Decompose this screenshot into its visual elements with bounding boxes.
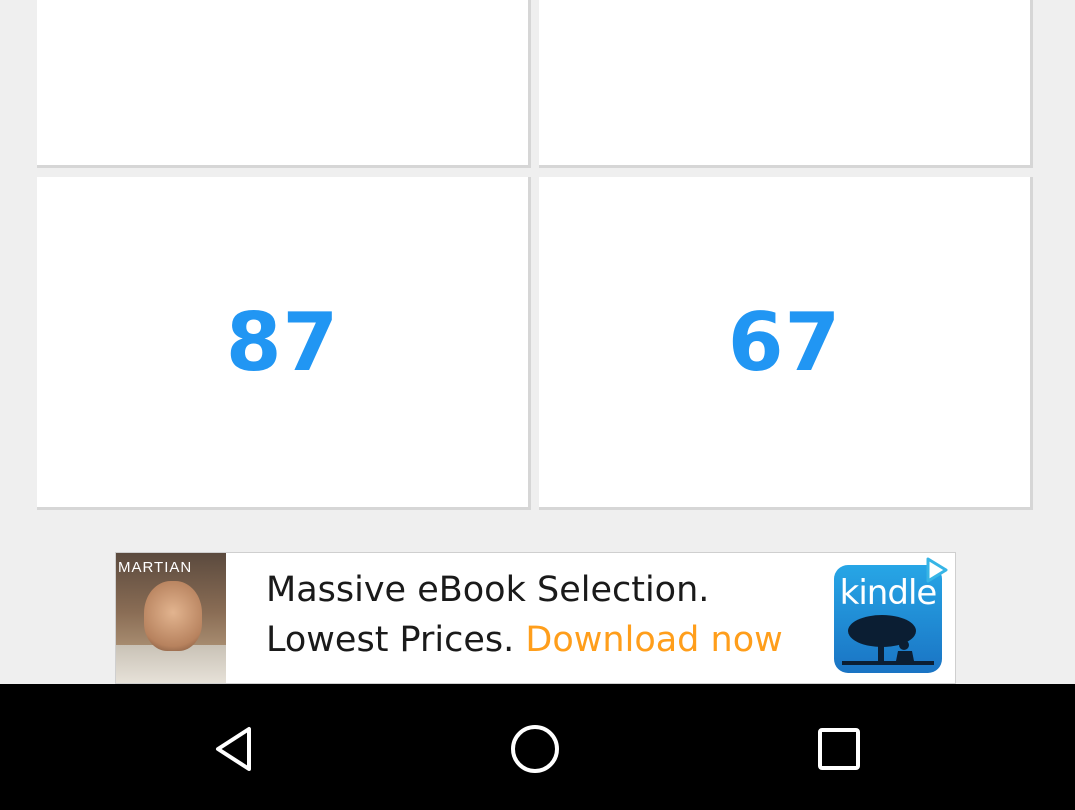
- ad-download-now-link[interactable]: Download now: [525, 620, 782, 660]
- home-button[interactable]: [500, 714, 570, 784]
- recent-apps-square-icon: [818, 728, 860, 770]
- ad-text: Massive eBook Selection. Lowest Prices. …: [266, 565, 783, 665]
- number-tile-77[interactable]: 77: [539, 0, 1033, 168]
- number-tile-87[interactable]: 87: [37, 177, 531, 510]
- back-button[interactable]: [199, 714, 269, 784]
- book-cover-image: MARTIAN: [116, 553, 226, 683]
- tile-number: 67: [727, 295, 842, 389]
- number-tile-67[interactable]: 67: [539, 177, 1033, 510]
- reading-tree-icon: [842, 615, 934, 665]
- tile-number: 77: [539, 0, 1030, 37]
- android-navigation-bar: [0, 684, 1075, 810]
- number-tile-91[interactable]: 91: [37, 0, 531, 168]
- back-triangle-icon: [216, 727, 251, 771]
- kindle-ad-banner[interactable]: MARTIAN Massive eBook Selection. Lowest …: [115, 552, 956, 684]
- tile-number: 87: [225, 295, 340, 389]
- tile-number: 91: [37, 0, 528, 37]
- book-cover-title: MARTIAN: [118, 559, 193, 576]
- book-cover-face: [144, 581, 202, 651]
- ad-subline: Lowest Prices. Download now: [266, 615, 783, 665]
- ad-subline-main: Lowest Prices.: [266, 620, 515, 660]
- home-circle-icon: [511, 725, 559, 773]
- recent-apps-button[interactable]: [804, 714, 874, 784]
- ad-choices-play-icon[interactable]: [921, 555, 951, 585]
- ad-headline: Massive eBook Selection.: [266, 570, 710, 610]
